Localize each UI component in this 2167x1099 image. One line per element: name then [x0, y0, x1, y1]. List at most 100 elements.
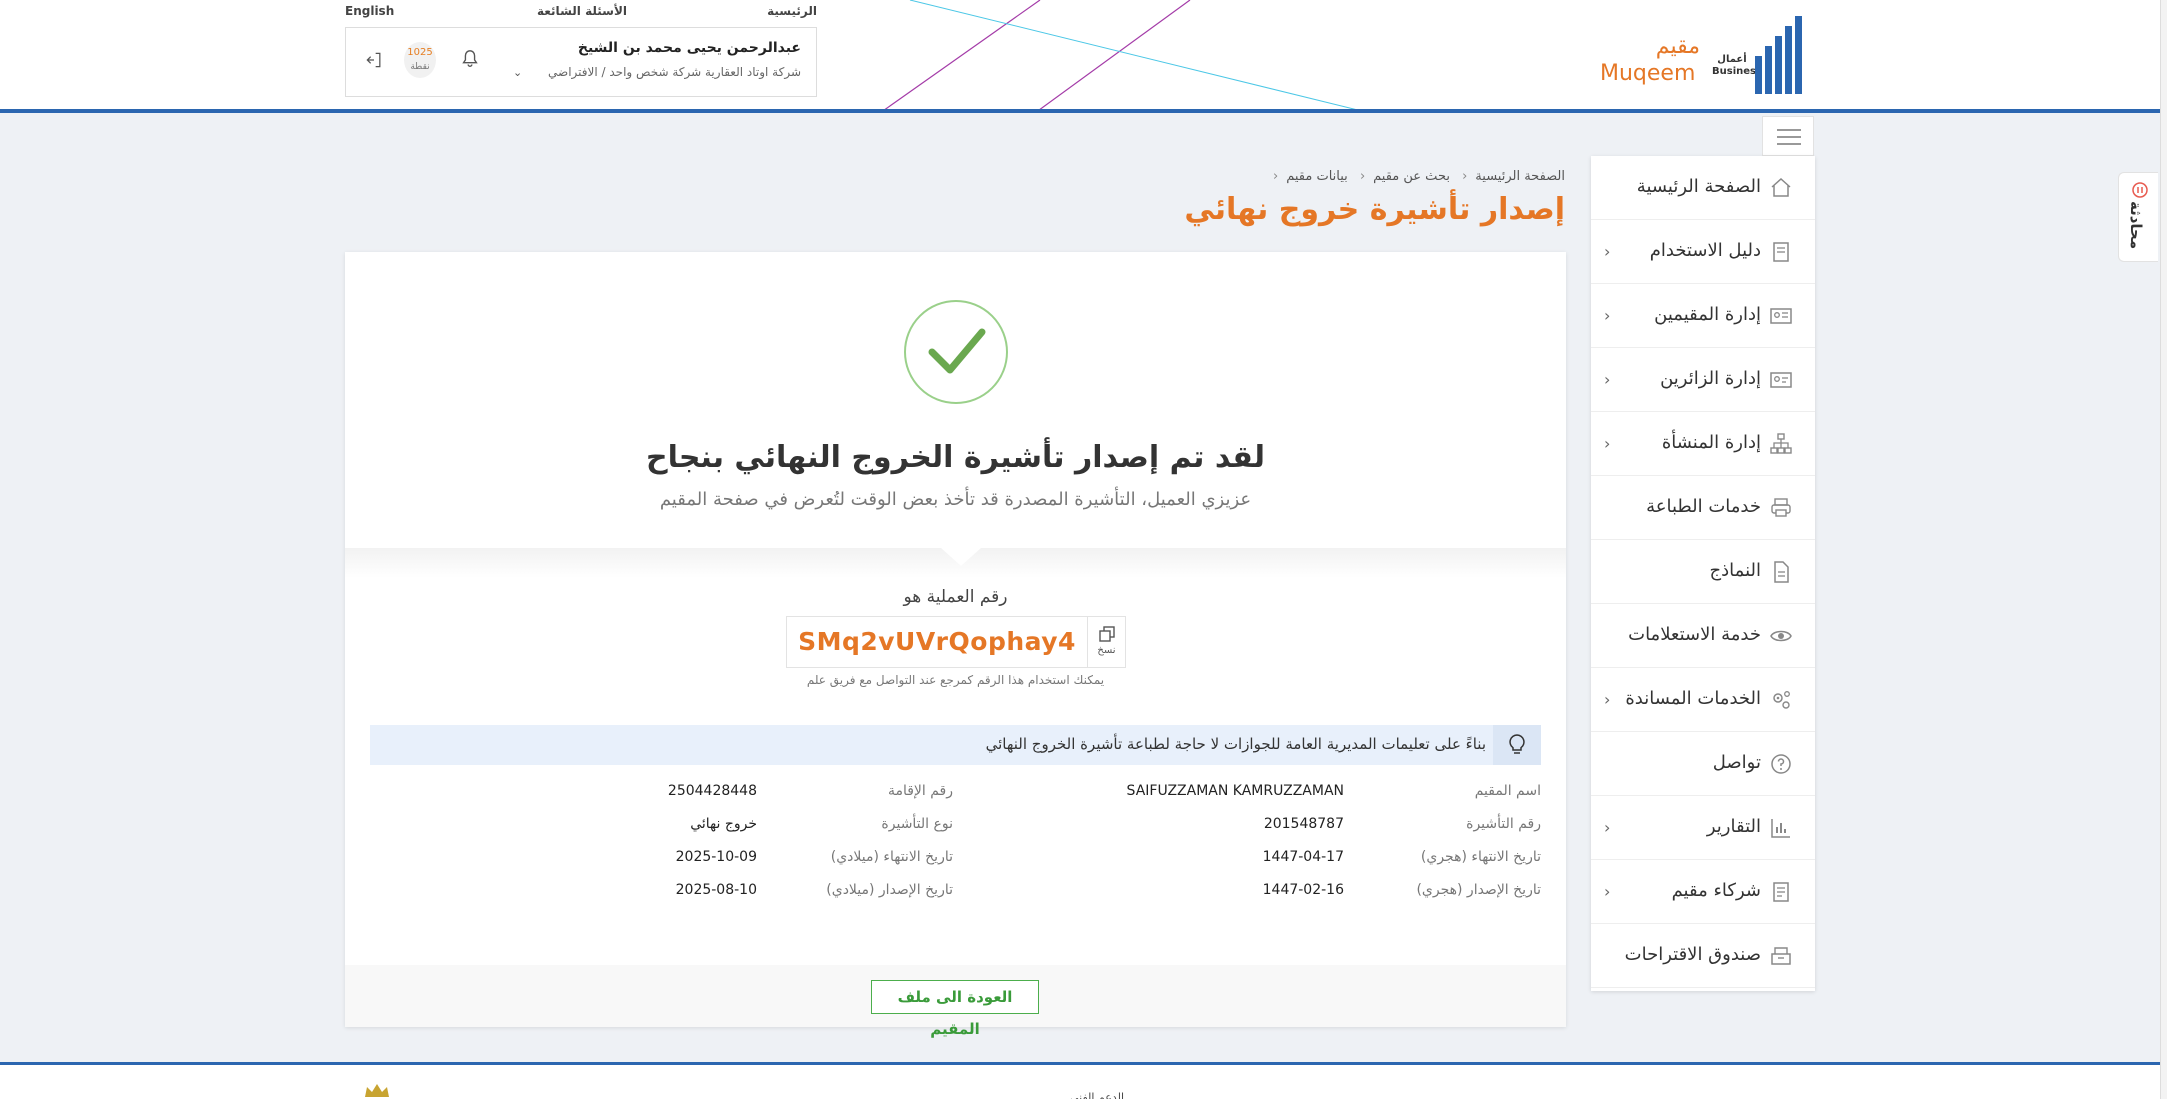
sidebar-item-label: صندوق الاقتراحات	[1624, 944, 1761, 965]
faq-link[interactable]: الأسئلة الشائعة	[537, 4, 627, 18]
lightbulb-icon	[1509, 734, 1525, 754]
detail-label: تاريخ الانتهاء (هجري)	[1420, 849, 1541, 865]
bell-icon[interactable]	[459, 48, 481, 70]
detail-label: تاريخ الإصدار (ميلادي)	[826, 882, 953, 898]
user-name: عبدالرحمن يحيى محمد بن الشيخ	[577, 40, 801, 56]
detail-label: رقم الإقامة	[887, 783, 953, 799]
user-panel: عبدالرحمن يحيى محمد بن الشيخ شركة اوتاد …	[345, 27, 817, 97]
detail-label: تاريخ الإصدار (هجري)	[1416, 882, 1541, 898]
detail-label: اسم المقيم	[1474, 783, 1541, 799]
breadcrumb-item-resident[interactable]: بيانات مقيم	[1286, 169, 1348, 184]
business-logo-icon	[1755, 16, 1802, 94]
sidebar-item[interactable]: الصفحة الرئيسية	[1591, 156, 1815, 220]
breadcrumb-item-home[interactable]: الصفحة الرئيسية	[1475, 169, 1565, 184]
result-header: لقد تم إصدار تأشيرة الخروج النهائي بنجاح…	[345, 252, 1566, 548]
chat-tab-label: محادثة	[2127, 201, 2145, 250]
eye-icon	[1770, 630, 1792, 642]
operation-number: SMq2vUVrQophay4	[798, 627, 1076, 656]
success-title: لقد تم إصدار تأشيرة الخروج النهائي بنجاح	[645, 440, 1266, 475]
sidebar-item[interactable]: تواصل	[1591, 732, 1815, 796]
sidebar-item-label: إدارة الزائرين	[1660, 368, 1761, 389]
sidebar-item-label: الخدمات المساندة	[1625, 688, 1761, 709]
sidebar-item-label: إدارة المنشأة	[1661, 432, 1761, 453]
sidebar-item-label: إدارة المقيمين	[1654, 304, 1761, 325]
success-subtitle: عزيزي العميل، التأشيرة المصدرة قد تأخذ ب…	[659, 489, 1252, 510]
sidebar-item[interactable]: إدارة المنشأة ‹	[1591, 412, 1815, 476]
footer-text: الدعم الفني	[1070, 1091, 1125, 1099]
company-selector[interactable]: شركة اوتاد العقارية شركة شخص واحد / الاف…	[548, 65, 801, 79]
hamburger-icon	[1777, 129, 1801, 145]
header-decoration	[884, 0, 1356, 109]
sidebar-item[interactable]: صندوق الاقتراحات	[1591, 924, 1815, 988]
sidebar-item[interactable]: دليل الاستخدام ‹	[1591, 220, 1815, 284]
points-value: 1025	[407, 47, 433, 58]
muqeem-logo-ar: مقيم	[1655, 34, 1700, 59]
sidebar: الصفحة الرئيسية دليل الاستخدام ‹ إدارة المق…	[1591, 156, 1815, 991]
copy-button[interactable]: نسخ	[1087, 617, 1125, 667]
sidebar-item[interactable]: إدارة الزائرين ‹	[1591, 348, 1815, 412]
org-chart-icon	[1770, 433, 1792, 454]
sidebar-item-label: النماذج	[1709, 560, 1761, 581]
chevron-left-icon: ‹	[1359, 169, 1366, 184]
detail-label: رقم التأشيرة	[1466, 816, 1541, 832]
detail-value: 1447-02-16	[1262, 882, 1344, 898]
sidebar-item-label: خدمة الاستعلامات	[1628, 624, 1761, 645]
top-nav: English الأسئلة الشائعة الرئيسية	[345, 4, 817, 20]
chevron-left-icon: ‹	[1273, 169, 1279, 184]
logout-icon[interactable]	[364, 50, 384, 70]
info-banner: بناءً على تعليمات المديرية العامة للجواز…	[370, 725, 1541, 765]
sidebar-item-label: خدمات الطباعة	[1646, 496, 1761, 517]
chevron-left-icon: ‹	[1604, 306, 1611, 325]
visitor-card-icon	[1770, 372, 1792, 388]
breadcrumb: الصفحة الرئيسية ‹ بحث عن مقيم ‹ بيانات مقي…	[1265, 169, 1565, 184]
crown-icon	[365, 1084, 389, 1097]
gears-icon	[1773, 691, 1790, 709]
details-row: رقم التأشيرة 201548787 نوع التأشيرة خروج نه…	[345, 816, 1566, 840]
home-link[interactable]: الرئيسية	[767, 4, 817, 18]
card-footer: العودة الى ملف المقيم	[345, 965, 1566, 1038]
business-logo-ar: أعمال	[1717, 54, 1747, 65]
copy-icon	[1098, 626, 1115, 642]
info-banner-text: بناءً على تعليمات المديرية العامة للجواز…	[985, 735, 1486, 753]
scrollbar[interactable]	[2160, 0, 2167, 1099]
detail-value: 201548787	[1263, 816, 1344, 832]
page-title: إصدار تأشيرة خروج نهائي	[1184, 192, 1565, 227]
operation-label: رقم العملية هو	[903, 587, 1008, 607]
chevron-left-icon: ‹	[1604, 242, 1611, 261]
menu-toggle-button[interactable]	[1762, 116, 1814, 156]
sidebar-item-label: دليل الاستخدام	[1649, 240, 1761, 261]
chevron-down-icon[interactable]: ⌄	[513, 66, 522, 79]
language-link[interactable]: English	[345, 4, 394, 18]
breadcrumb-item-search[interactable]: بحث عن مقيم	[1373, 169, 1450, 184]
muqeem-logo[interactable]: مقيم Muqeem	[1600, 34, 1700, 88]
chevron-left-icon: ‹	[1604, 370, 1611, 389]
details-row: تاريخ الإصدار (هجري) 1447-02-16 تاريخ الإص…	[345, 882, 1566, 906]
sidebar-item[interactable]: شركاء مقيم ‹	[1591, 860, 1815, 924]
sidebar-item[interactable]: خدمات الطباعة	[1591, 476, 1815, 540]
sidebar-item[interactable]: خدمة الاستعلامات	[1591, 604, 1815, 668]
muqeem-logo-en: Muqeem	[1600, 61, 1696, 86]
operation-hint: يمكنك استخدام هذا الرقم كمرجع عند التواص…	[806, 673, 1105, 687]
details-row: اسم المقيم SAIFUZZAMAN KAMRUZZAMAN رقم الإ…	[345, 783, 1566, 807]
sidebar-item[interactable]: التقارير ‹	[1591, 796, 1815, 860]
detail-value: خروج نهائي	[690, 816, 757, 832]
divider-notch	[941, 548, 981, 566]
document-icon	[1774, 561, 1789, 583]
chat-tab[interactable]: محادثة	[2118, 172, 2158, 262]
points-badge[interactable]: 1025 نقطة	[404, 42, 436, 78]
detail-label: نوع التأشيرة	[881, 816, 953, 832]
footer: الدعم الفني	[0, 1062, 2160, 1099]
operation-number-box: SMq2vUVrQophay4 نسخ	[786, 616, 1126, 668]
id-card-icon	[1770, 308, 1792, 324]
sidebar-item[interactable]: الخدمات المساندة ‹	[1591, 668, 1815, 732]
book-icon	[1773, 242, 1789, 262]
success-badge	[904, 300, 1008, 404]
detail-value: 2025-10-09	[675, 849, 757, 865]
details-row: تاريخ الانتهاء (هجري) 1447-04-17 تاريخ الا…	[345, 849, 1566, 873]
back-to-resident-button[interactable]: العودة الى ملف المقيم	[871, 980, 1039, 1038]
partners-icon	[1773, 882, 1789, 902]
sidebar-item[interactable]: النماذج	[1591, 540, 1815, 604]
sidebar-item[interactable]: إدارة المقيمين ‹	[1591, 284, 1815, 348]
chart-icon	[1771, 819, 1790, 838]
business-logo-text: أعمال Business	[1712, 54, 1762, 78]
